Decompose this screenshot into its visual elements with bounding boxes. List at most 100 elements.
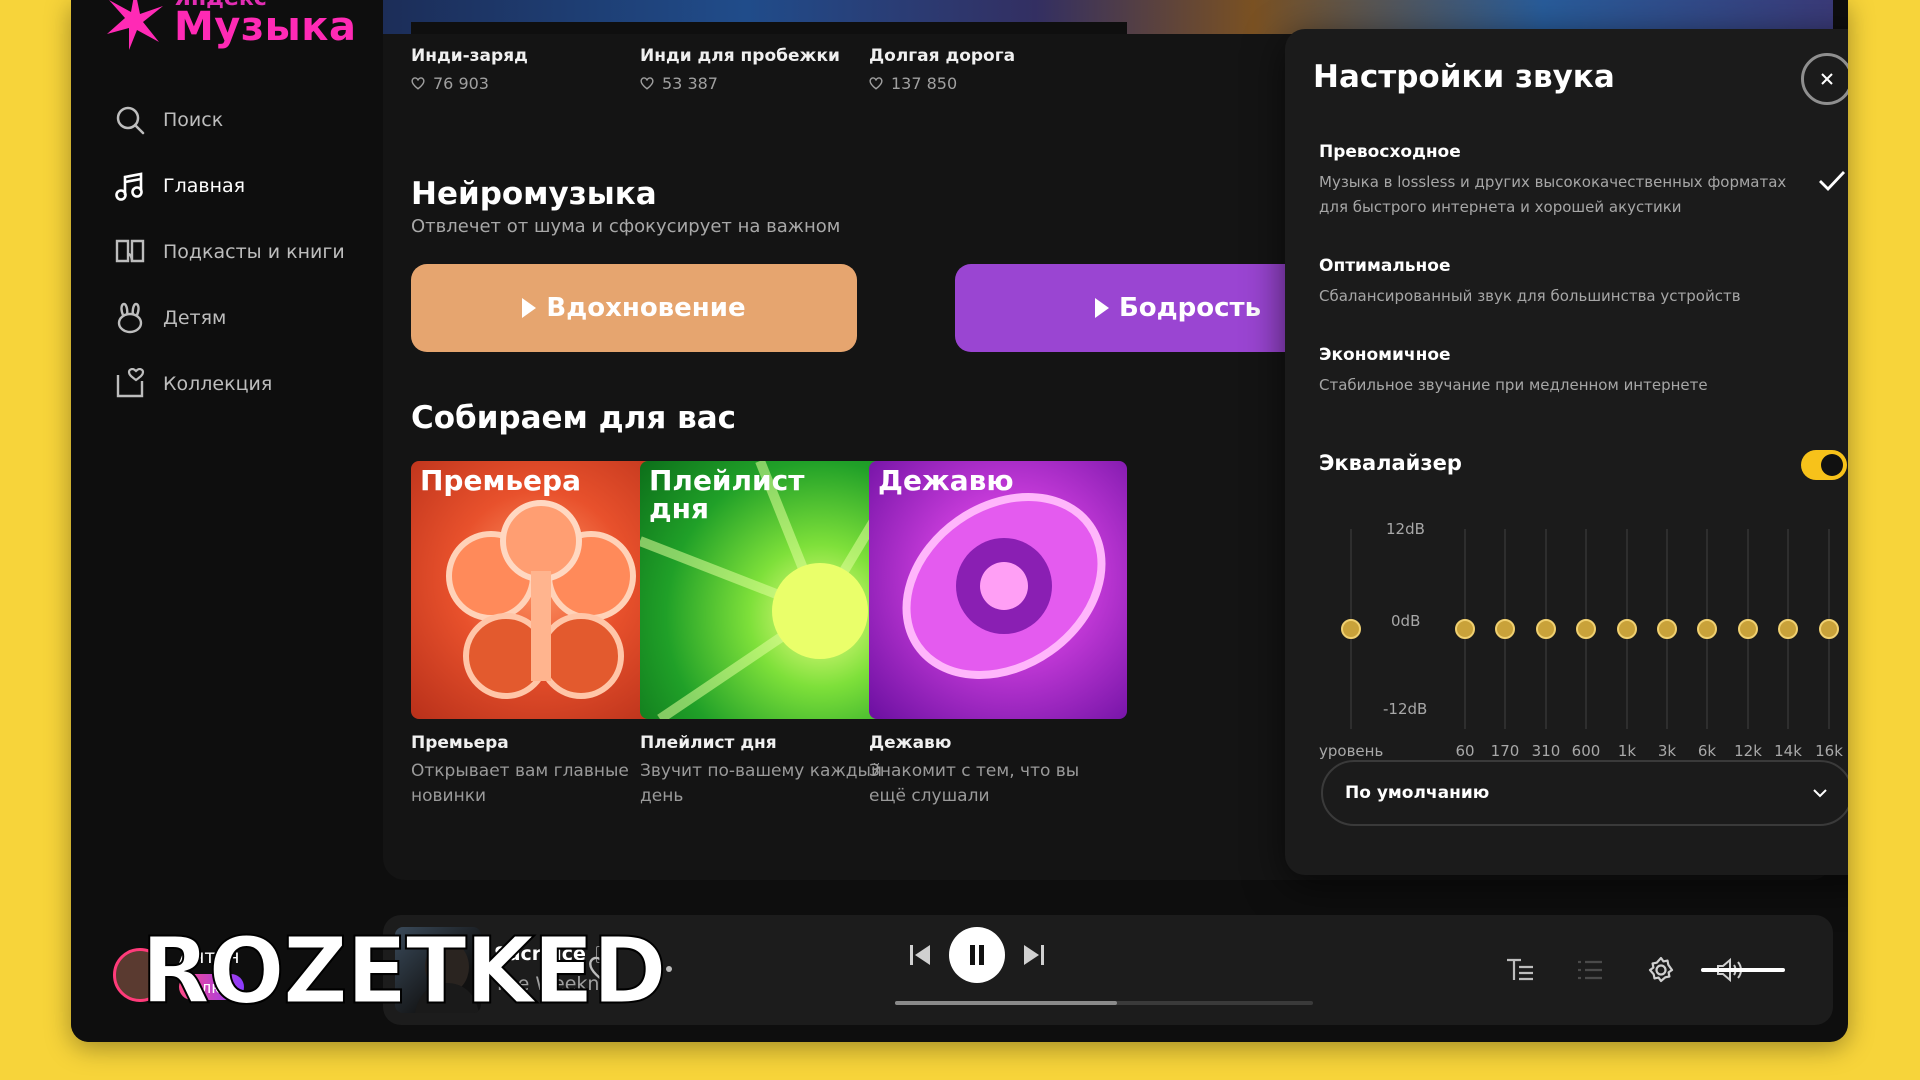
likes-count: 76 903 [433,74,489,93]
sidebar-item-kids[interactable]: Детям [113,298,345,338]
heart-icon [869,77,883,90]
eq-preset-select[interactable]: По умолчанию [1321,760,1848,826]
likes-count: 137 850 [891,74,958,93]
progress-fill [895,1001,1117,1005]
card-description: Открывает вам главные новинки [411,761,629,806]
eq-frequency-label: 1k [1617,742,1637,760]
eq-band-60-knob[interactable] [1455,619,1475,639]
quality-name: Оптимальное [1319,256,1451,276]
chevron-down-icon [1813,789,1827,798]
db-label-top: 12dB [1386,520,1425,538]
lyrics-icon [1507,958,1533,981]
card-name: Плейлист дня [640,733,777,753]
playlist-card[interactable]: Инди для пробежки 53 387 [640,46,900,93]
quality-option-excellent[interactable]: Превосходное Музыка в lossless и других … [1319,142,1799,220]
gear-icon [1648,956,1674,983]
card-description: Звучит по-вашему каждый день [640,761,882,806]
eq-frequency-label: 14k [1774,742,1802,760]
heart-icon [411,77,425,90]
sidebar-item-label: Поиск [163,109,224,131]
cover-title: Премьера [420,464,581,497]
playlist-likes: 76 903 [411,74,671,93]
queue-icon [1578,960,1602,980]
playlist-card[interactable]: Долгая дорога 137 850 [869,46,1129,93]
rozetked-watermark: ROZETKED [140,917,668,1026]
eq-frequency-label: 12k [1734,742,1762,760]
mood-button-inspiration[interactable]: Вдохновение [411,264,857,352]
lyrics-button[interactable] [1503,953,1537,987]
sound-settings-button[interactable] [1643,952,1679,988]
deja-vu-cover: Дежавю [869,461,1127,719]
book-icon [113,235,147,269]
eq-frequency-label: 6k [1697,742,1717,760]
eq-preamp-knob[interactable] [1341,619,1361,639]
eq-band-12k-knob[interactable] [1738,619,1758,639]
eq-band-310-knob[interactable] [1536,619,1556,639]
track-progress-bar[interactable] [895,1001,1313,1005]
heart-folder-icon [113,367,147,401]
eq-frequency-label: 60 [1455,742,1475,760]
quality-description: Музыка в lossless и других высококачеств… [1319,173,1787,216]
eq-band-16k-knob[interactable] [1819,619,1839,639]
yandex-music-logo[interactable]: Яндекс Музыка [103,0,363,58]
neuro-section-subtitle: Отвлечет от шума и сфокусирует на важном [411,216,841,237]
pause-icon [970,945,984,965]
neuro-section-title: Нейромузыка [411,176,657,212]
close-button[interactable] [1801,53,1848,105]
sound-settings-panel: Настройки звука Превосходное Музыка в lo… [1285,29,1848,875]
playlist-likes: 137 850 [869,74,1129,93]
sidebar-item-podcasts[interactable]: Подкасты и книги [113,232,345,272]
sidebar: Яндекс Музыка Поиск Главная Подкасты [71,0,383,1042]
db-label-bottom: -12dB [1383,700,1428,718]
quality-option-economy[interactable]: Экономичное Стабильное звучание при медл… [1319,345,1799,398]
sidebar-item-home[interactable]: Главная [113,166,345,206]
playlist-card-deja-vu[interactable]: Дежавю Дежавю Знакомит с тем, что вы ещё… [869,461,1127,809]
premiere-cover: Премьера [411,461,669,719]
db-label-mid: 0dB [1391,612,1421,630]
quality-description: Стабильное звучание при медленном интерн… [1319,376,1708,394]
eq-band-6k-knob[interactable] [1697,619,1717,639]
likes-count: 53 387 [662,74,718,93]
music-note-icon [113,169,147,203]
sidebar-item-search[interactable]: Поиск [113,100,345,140]
play-icon [1094,298,1109,318]
mood-button-label: Бодрость [1118,293,1262,323]
sidebar-item-label: Главная [163,175,246,197]
skip-previous-icon [910,945,930,965]
play-icon [522,298,537,318]
eq-band-14k-knob[interactable] [1778,619,1798,639]
eq-frequency-label: 310 [1531,742,1561,760]
previous-button[interactable] [905,940,935,970]
quality-option-optimal[interactable]: Оптимальное Сбалансированный звук для бо… [1319,256,1799,309]
equalizer-toggle[interactable] [1801,450,1847,480]
sidebar-item-label: Подкасты и книги [163,241,345,263]
eq-band-170-knob[interactable] [1495,619,1515,639]
eq-frequency-label: 3k [1657,742,1677,760]
quality-description: Сбалансированный звук для большинства ус… [1319,287,1741,305]
eq-band-3k-knob[interactable] [1657,619,1677,639]
heart-icon [640,77,654,90]
volume-slider[interactable] [1701,968,1785,972]
sidebar-item-collection[interactable]: Коллекция [113,364,345,404]
playlist-likes: 53 387 [640,74,900,93]
playlist-card-premiere[interactable]: Премьера Премьера Открывает вам главные … [411,461,669,809]
checkmark-icon [1819,171,1846,192]
eq-band-600-knob[interactable] [1576,619,1596,639]
eq-frequency-label: 600 [1571,742,1601,760]
playlist-card-playlist-of-day[interactable]: Плейлист дня Плейлист дня Звучит по-ваше… [640,461,898,809]
next-button[interactable] [1019,940,1049,970]
card-name: Премьера [411,733,509,753]
queue-button[interactable] [1573,953,1607,987]
play-pause-button[interactable] [949,927,1005,983]
card-description: Знакомит с тем, что вы ещё слушали [869,761,1080,806]
app-window: Яндекс Музыка Поиск Главная Подкасты [71,0,1848,1042]
playlist-card[interactable]: Инди-заряд 76 903 [411,46,671,93]
sidebar-nav: Поиск Главная Подкасты и книги Детям Кол… [113,100,345,430]
card-name: Дежавю [869,733,952,753]
eq-band-1k-knob[interactable] [1617,619,1637,639]
close-icon [1821,73,1833,85]
equalizer-label: Эквалайзер [1319,451,1462,475]
cover-title: Дежавю [878,464,1014,497]
quality-name: Экономичное [1319,345,1451,365]
eq-frequency-label: 170 [1490,742,1520,760]
